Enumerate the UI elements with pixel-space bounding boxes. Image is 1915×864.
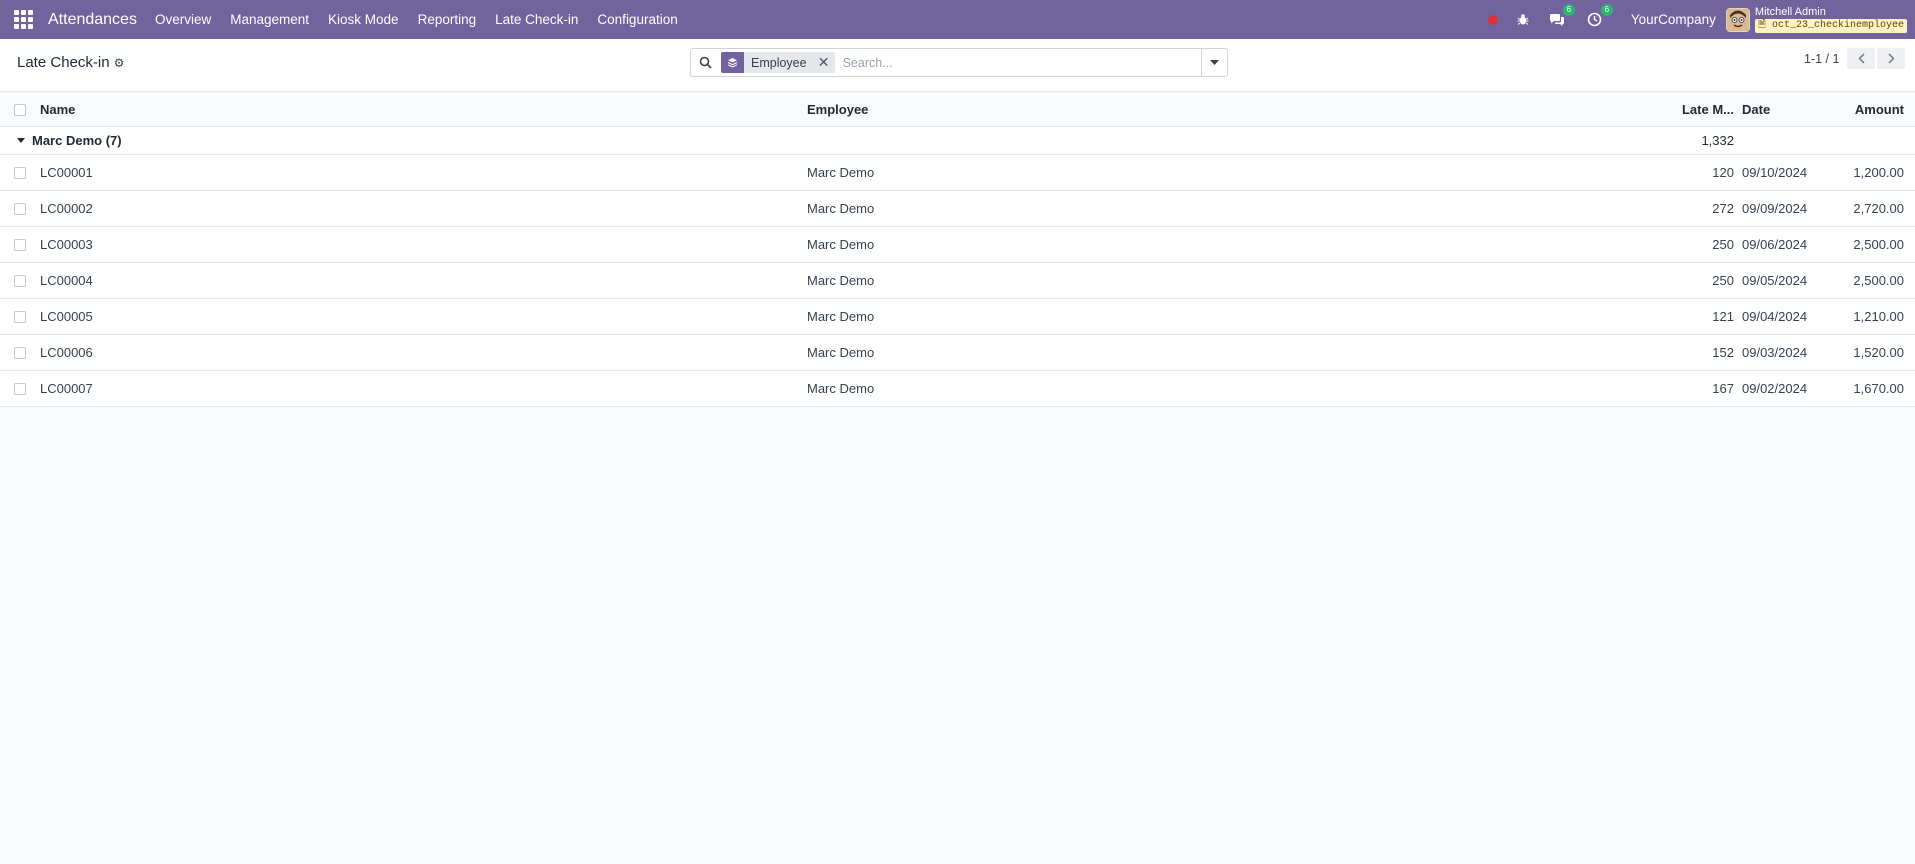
cell-amount: 2,720.00	[1853, 201, 1904, 216]
search-bar: Employee ✕	[690, 48, 1228, 77]
menu-configuration[interactable]: Configuration	[597, 12, 677, 27]
activity-badge: 6	[1600, 3, 1613, 16]
breadcrumb: Late Check-in ⚙	[17, 54, 124, 71]
group-late-total: 1,332	[1701, 133, 1734, 148]
database-name: 🗎 oct_23_checkinemployee	[1754, 19, 1907, 33]
user-menu[interactable]: Mitchell Admin 🗎 oct_23_checkinemployee	[1754, 6, 1907, 33]
cell-date: 09/05/2024	[1742, 273, 1808, 288]
menu-management[interactable]: Management	[230, 12, 309, 27]
cell-late-minutes: 250	[1712, 273, 1734, 288]
cell-date: 09/03/2024	[1742, 345, 1808, 360]
row-checkbox[interactable]	[14, 346, 26, 359]
column-date[interactable]: Date	[1742, 93, 1822, 126]
cell-date: 09/10/2024	[1742, 165, 1808, 180]
row-checkbox[interactable]	[14, 274, 26, 287]
search-icon[interactable]	[691, 49, 719, 76]
search-input[interactable]	[842, 55, 1193, 70]
cell-late-minutes: 250	[1712, 237, 1734, 252]
chevron-right-icon[interactable]	[1877, 48, 1905, 69]
avatar[interactable]	[1725, 7, 1750, 32]
caret-down-icon[interactable]	[1201, 49, 1227, 76]
cell-name: LC00007	[40, 381, 93, 396]
late-checkin-table: Name Employee Late M... Date Amount Marc…	[0, 93, 1915, 407]
table-row[interactable]: LC00006 Marc Demo 152 09/03/2024 1,520.0…	[0, 335, 1915, 371]
pager-value[interactable]: 1-1 / 1	[1804, 52, 1839, 66]
column-late-minutes[interactable]: Late M...	[1660, 93, 1734, 126]
cell-date: 09/02/2024	[1742, 381, 1808, 396]
close-icon[interactable]: ✕	[815, 54, 833, 71]
cell-employee: Marc Demo	[807, 237, 875, 252]
cell-late-minutes: 272	[1712, 201, 1734, 216]
record-indicator-icon[interactable]	[1483, 10, 1503, 30]
facet-label: Employee	[751, 55, 807, 70]
caret-down-icon	[17, 138, 25, 143]
column-name[interactable]: Name	[40, 93, 640, 126]
column-amount[interactable]: Amount	[1820, 93, 1904, 126]
database-icon: 🗎	[1757, 20, 1772, 31]
page-title: Late Check-in	[17, 54, 110, 71]
column-employee[interactable]: Employee	[807, 93, 1407, 126]
chevron-left-icon[interactable]	[1847, 48, 1875, 69]
database-name-text: oct_23_checkinemployee	[1771, 20, 1904, 31]
cell-late-minutes: 167	[1712, 381, 1734, 396]
cell-employee: Marc Demo	[807, 201, 875, 216]
group-by-facet: Employee ✕	[721, 52, 835, 73]
row-checkbox[interactable]	[14, 382, 26, 395]
select-all-checkbox[interactable]	[14, 103, 26, 116]
table-row[interactable]: LC00004 Marc Demo 250 09/05/2024 2,500.0…	[0, 263, 1915, 299]
table-row[interactable]: LC00003 Marc Demo 250 09/06/2024 2,500.0…	[0, 227, 1915, 263]
control-panel: Late Check-in ⚙ Employee ✕ 1-1 / 1	[0, 39, 1915, 92]
table-row[interactable]: LC00001 Marc Demo 120 09/10/2024 1,200.0…	[0, 155, 1915, 191]
cell-employee: Marc Demo	[807, 309, 875, 324]
cell-date: 09/06/2024	[1742, 237, 1808, 252]
gear-icon[interactable]: ⚙	[114, 56, 125, 70]
company-switcher[interactable]: YourCompany	[1631, 12, 1716, 27]
apps-grid-icon[interactable]	[12, 9, 34, 31]
cell-amount: 1,670.00	[1853, 381, 1904, 396]
cell-date: 09/09/2024	[1742, 201, 1808, 216]
clock-icon[interactable]: 6	[1585, 3, 1613, 30]
cell-amount: 1,520.00	[1853, 345, 1904, 360]
row-checkbox[interactable]	[14, 202, 26, 215]
table-row[interactable]: LC00005 Marc Demo 121 09/04/2024 1,210.0…	[0, 299, 1915, 335]
cell-name: LC00002	[40, 201, 93, 216]
cell-amount: 1,210.00	[1853, 309, 1904, 324]
row-checkbox[interactable]	[14, 166, 26, 179]
cell-late-minutes: 152	[1712, 345, 1734, 360]
cell-late-minutes: 120	[1712, 165, 1734, 180]
cell-employee: Marc Demo	[807, 165, 875, 180]
bug-icon[interactable]	[1513, 10, 1533, 30]
cell-name: LC00003	[40, 237, 93, 252]
group-label: Marc Demo (7)	[17, 127, 317, 154]
menu-late-check-in[interactable]: Late Check-in	[495, 12, 578, 27]
cell-amount: 2,500.00	[1853, 273, 1904, 288]
menu-overview[interactable]: Overview	[155, 12, 211, 27]
cell-employee: Marc Demo	[807, 273, 875, 288]
cell-employee: Marc Demo	[807, 381, 875, 396]
table-row[interactable]: LC00007 Marc Demo 167 09/02/2024 1,670.0…	[0, 371, 1915, 407]
row-checkbox[interactable]	[14, 310, 26, 323]
cell-date: 09/04/2024	[1742, 309, 1808, 324]
layers-icon	[721, 52, 744, 73]
menu-reporting[interactable]: Reporting	[418, 12, 477, 27]
cell-late-minutes: 121	[1712, 309, 1734, 324]
cell-name: LC00006	[40, 345, 93, 360]
cell-employee: Marc Demo	[807, 345, 875, 360]
group-row[interactable]: Marc Demo (7) 1,332	[0, 127, 1915, 155]
table-row[interactable]: LC00002 Marc Demo 272 09/09/2024 2,720.0…	[0, 191, 1915, 227]
row-checkbox[interactable]	[14, 238, 26, 251]
cell-name: LC00001	[40, 165, 93, 180]
user-name: Mitchell Admin	[1754, 6, 1826, 18]
top-navbar: Attendances Overview Management Kiosk Mo…	[0, 0, 1915, 39]
chat-badge: 6	[1562, 3, 1575, 16]
chat-icon[interactable]: 6	[1547, 3, 1575, 30]
app-name[interactable]: Attendances	[48, 11, 137, 29]
menu-kiosk-mode[interactable]: Kiosk Mode	[328, 12, 399, 27]
cell-name: LC00005	[40, 309, 93, 324]
table-header: Name Employee Late M... Date Amount	[0, 93, 1915, 127]
cell-amount: 1,200.00	[1853, 165, 1904, 180]
group-label-text: Marc Demo (7)	[32, 133, 122, 148]
cell-amount: 2,500.00	[1853, 237, 1904, 252]
cell-name: LC00004	[40, 273, 93, 288]
